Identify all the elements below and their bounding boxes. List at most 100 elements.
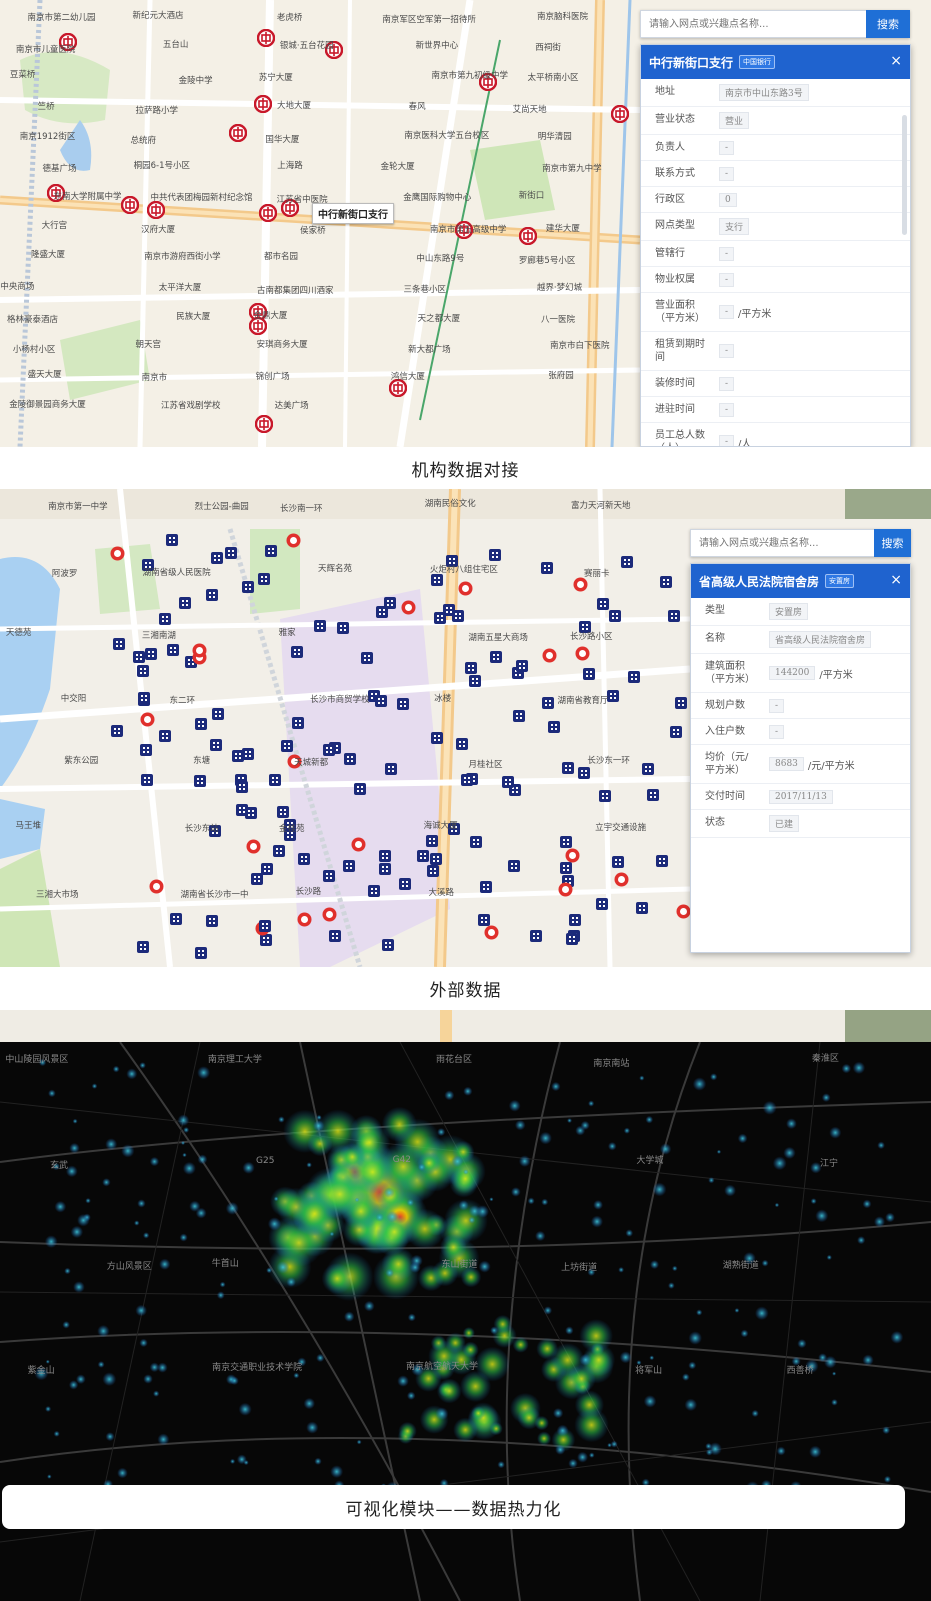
- housing-building-icon[interactable]: [260, 860, 273, 879]
- poi-red-marker-icon[interactable]: [246, 839, 261, 858]
- poi-red-marker-icon[interactable]: [676, 904, 691, 923]
- bank-branch-icon[interactable]: [254, 414, 274, 437]
- poi-red-marker-icon[interactable]: [351, 837, 366, 856]
- housing-building-icon[interactable]: [144, 645, 157, 664]
- housing-building-icon[interactable]: [547, 718, 560, 737]
- housing-building-icon[interactable]: [578, 764, 591, 783]
- housing-building-icon[interactable]: [337, 619, 350, 638]
- housing-building-icon[interactable]: [194, 944, 207, 963]
- close-icon[interactable]: ×: [890, 53, 902, 69]
- bank-branch-icon[interactable]: [228, 123, 248, 146]
- housing-building-icon[interactable]: [210, 549, 223, 568]
- poi-red-marker-icon[interactable]: [558, 882, 573, 901]
- poi-red-marker-icon[interactable]: [573, 577, 588, 596]
- housing-building-icon[interactable]: [166, 531, 179, 550]
- housing-building-icon[interactable]: [507, 857, 520, 876]
- housing-building-icon[interactable]: [502, 773, 515, 792]
- housing-building-icon[interactable]: [170, 910, 183, 929]
- housing-building-icon[interactable]: [136, 938, 149, 957]
- housing-building-icon[interactable]: [529, 927, 542, 946]
- housing-building-icon[interactable]: [231, 747, 244, 766]
- bank-branch-icon[interactable]: [256, 28, 276, 51]
- housing-building-icon[interactable]: [224, 544, 237, 563]
- poi-red-marker-icon[interactable]: [297, 912, 312, 931]
- housing-building-icon[interactable]: [384, 760, 397, 779]
- housing-building-icon[interactable]: [212, 705, 224, 724]
- housing-building-icon[interactable]: [430, 850, 443, 869]
- housing-building-icon[interactable]: [597, 595, 610, 614]
- housing-building-icon[interactable]: [166, 641, 179, 660]
- bank-branch-icon[interactable]: [146, 200, 166, 223]
- housing-building-icon[interactable]: [178, 594, 191, 613]
- housing-building-icon[interactable]: [236, 801, 249, 820]
- housing-building-icon[interactable]: [111, 722, 124, 741]
- housing-building-icon[interactable]: [609, 607, 622, 626]
- housing-building-icon[interactable]: [290, 643, 303, 662]
- housing-building-icon[interactable]: [258, 570, 271, 589]
- housing-building-icon[interactable]: [646, 786, 659, 805]
- housing-building-icon[interactable]: [598, 787, 611, 806]
- housing-building-icon[interactable]: [138, 689, 151, 708]
- housing-building-icon[interactable]: [470, 833, 483, 852]
- housing-building-icon[interactable]: [158, 727, 171, 746]
- poi-red-marker-icon[interactable]: [614, 872, 629, 891]
- housing-building-icon[interactable]: [478, 911, 491, 930]
- poi-red-marker-icon[interactable]: [565, 848, 580, 867]
- bank-branch-icon[interactable]: [253, 94, 273, 117]
- housing-building-icon[interactable]: [264, 542, 277, 561]
- housing-building-icon[interactable]: [194, 715, 207, 734]
- bank-branch-icon[interactable]: [610, 104, 630, 127]
- housing-building-icon[interactable]: [241, 578, 254, 597]
- housing-building-icon[interactable]: [540, 559, 553, 578]
- housing-building-icon[interactable]: [292, 714, 305, 733]
- housing-building-icon[interactable]: [516, 657, 529, 676]
- housing-building-icon[interactable]: [383, 594, 396, 613]
- card-scrollbar[interactable]: [902, 115, 907, 235]
- housing-building-icon[interactable]: [209, 736, 222, 755]
- housing-building-icon[interactable]: [612, 853, 625, 872]
- housing-building-icon[interactable]: [268, 771, 281, 790]
- bank-branch-icon[interactable]: [120, 195, 140, 218]
- housing-building-icon[interactable]: [635, 899, 648, 918]
- housing-building-icon[interactable]: [562, 759, 575, 778]
- housing-building-icon[interactable]: [595, 895, 608, 914]
- housing-building-icon[interactable]: [489, 648, 502, 667]
- housing-building-icon[interactable]: [113, 635, 126, 654]
- poi-red-marker-icon[interactable]: [149, 879, 164, 898]
- housing-building-icon[interactable]: [328, 927, 341, 946]
- housing-building-icon[interactable]: [353, 780, 366, 799]
- housing-building-icon[interactable]: [565, 930, 578, 949]
- map-panel-housing[interactable]: 南京市第一中学 烈士公园-曲园 长沙南一环 湖南民俗文化 富力天河新天地 阿波罗 湖南省级人…: [0, 489, 931, 967]
- bank-branch-icon[interactable]: [258, 203, 278, 226]
- housing-building-icon[interactable]: [297, 850, 310, 869]
- housing-building-icon[interactable]: [399, 875, 412, 894]
- housing-building-icon[interactable]: [133, 648, 146, 667]
- map-panel-branches[interactable]: 南京市第二幼儿园 新纪元大酒店 老虎桥 南京军区空军第一招待所 南京脑科医院 南京市儿童医…: [0, 0, 931, 447]
- housing-building-icon[interactable]: [451, 607, 464, 626]
- housing-building-icon[interactable]: [430, 729, 443, 748]
- housing-building-icon[interactable]: [381, 936, 394, 955]
- heatmap-panel[interactable]: 中山陵园风景区 南京理工大学 雨花台区 南京南站 秦淮区 玄武 G25 G42 大学城 江宁 方山风…: [0, 1042, 931, 1601]
- housing-building-icon[interactable]: [669, 723, 682, 742]
- search-input[interactable]: [640, 10, 866, 38]
- poi-red-marker-icon[interactable]: [322, 907, 337, 926]
- housing-building-icon[interactable]: [360, 649, 373, 668]
- housing-building-icon[interactable]: [468, 672, 481, 691]
- poi-red-marker-icon[interactable]: [286, 533, 301, 552]
- housing-building-icon[interactable]: [659, 573, 672, 592]
- housing-building-icon[interactable]: [513, 707, 526, 726]
- housing-building-icon[interactable]: [205, 586, 218, 605]
- housing-building-icon[interactable]: [583, 665, 596, 684]
- poi-red-marker-icon[interactable]: [575, 646, 590, 665]
- housing-building-icon[interactable]: [656, 852, 669, 871]
- branch-callout[interactable]: 中行新街口支行: [312, 203, 394, 224]
- housing-building-icon[interactable]: [159, 610, 172, 629]
- poi-red-marker-icon[interactable]: [110, 546, 125, 565]
- housing-building-icon[interactable]: [259, 917, 272, 936]
- close-icon[interactable]: ×: [890, 572, 902, 588]
- housing-building-icon[interactable]: [272, 842, 285, 861]
- housing-building-icon[interactable]: [620, 553, 633, 572]
- housing-building-icon[interactable]: [313, 617, 326, 636]
- housing-building-icon[interactable]: [140, 771, 153, 790]
- poi-red-marker-icon[interactable]: [401, 600, 416, 619]
